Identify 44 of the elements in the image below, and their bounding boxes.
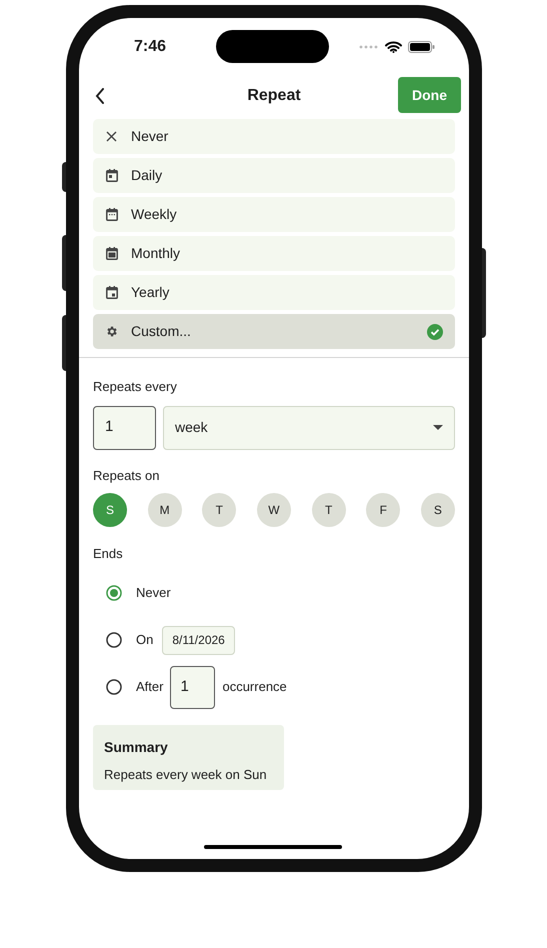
summary-text: Repeats every week on Sun bbox=[104, 766, 268, 784]
day-toggle[interactable]: T bbox=[202, 493, 236, 527]
radio-button[interactable] bbox=[106, 632, 122, 648]
day-toggle[interactable]: S bbox=[420, 493, 455, 527]
status-time: 7:46 bbox=[134, 36, 166, 56]
count-field[interactable]: 1 bbox=[93, 406, 156, 450]
screen-title: Repeat bbox=[247, 86, 301, 106]
battery-icon bbox=[408, 40, 435, 52]
radio-label: On bbox=[136, 631, 154, 650]
section-label: Repeats on bbox=[93, 466, 160, 485]
back-icon[interactable] bbox=[95, 88, 105, 104]
date-field[interactable]: 8/11/2026 bbox=[162, 626, 235, 654]
unit-dropdown[interactable]: week bbox=[163, 406, 455, 450]
calendar-icon bbox=[106, 208, 118, 221]
repeat-option[interactable]: Monthly bbox=[93, 236, 455, 271]
repeat-option[interactable]: Never bbox=[93, 119, 455, 154]
day-toggle[interactable]: F bbox=[366, 493, 400, 527]
calendar-icon bbox=[106, 169, 118, 182]
calendar-icon bbox=[106, 247, 118, 260]
wifi-icon bbox=[385, 40, 402, 52]
day-toggle[interactable]: T bbox=[312, 493, 346, 527]
dropdown-icon bbox=[433, 425, 443, 430]
radio-label: Never bbox=[136, 584, 171, 602]
repeat-option[interactable]: Daily bbox=[93, 158, 455, 193]
calendar-icon bbox=[106, 286, 118, 299]
day-toggle[interactable]: S bbox=[93, 493, 127, 527]
section-label: Ends bbox=[93, 545, 124, 563]
count-field[interactable]: 1 bbox=[170, 666, 216, 708]
signal-icon bbox=[359, 44, 379, 48]
radio-button[interactable] bbox=[106, 679, 122, 695]
check-icon bbox=[427, 324, 443, 340]
repeat-option[interactable]: Yearly bbox=[93, 275, 455, 310]
summary-title: Summary bbox=[104, 738, 169, 757]
radio-label: After bbox=[136, 678, 164, 696]
repeat-option[interactable]: Weekly bbox=[93, 197, 455, 232]
radio-button[interactable] bbox=[106, 585, 122, 601]
repeat-option[interactable]: Custom... bbox=[93, 314, 455, 349]
day-toggle[interactable]: W bbox=[256, 493, 291, 527]
done-button[interactable]: Done bbox=[398, 77, 461, 113]
radio-label: occurrence bbox=[222, 678, 287, 696]
close-icon bbox=[106, 131, 117, 142]
day-toggle[interactable]: M bbox=[148, 493, 182, 527]
section-label: Repeats every bbox=[93, 378, 178, 396]
settings-icon bbox=[105, 325, 118, 338]
